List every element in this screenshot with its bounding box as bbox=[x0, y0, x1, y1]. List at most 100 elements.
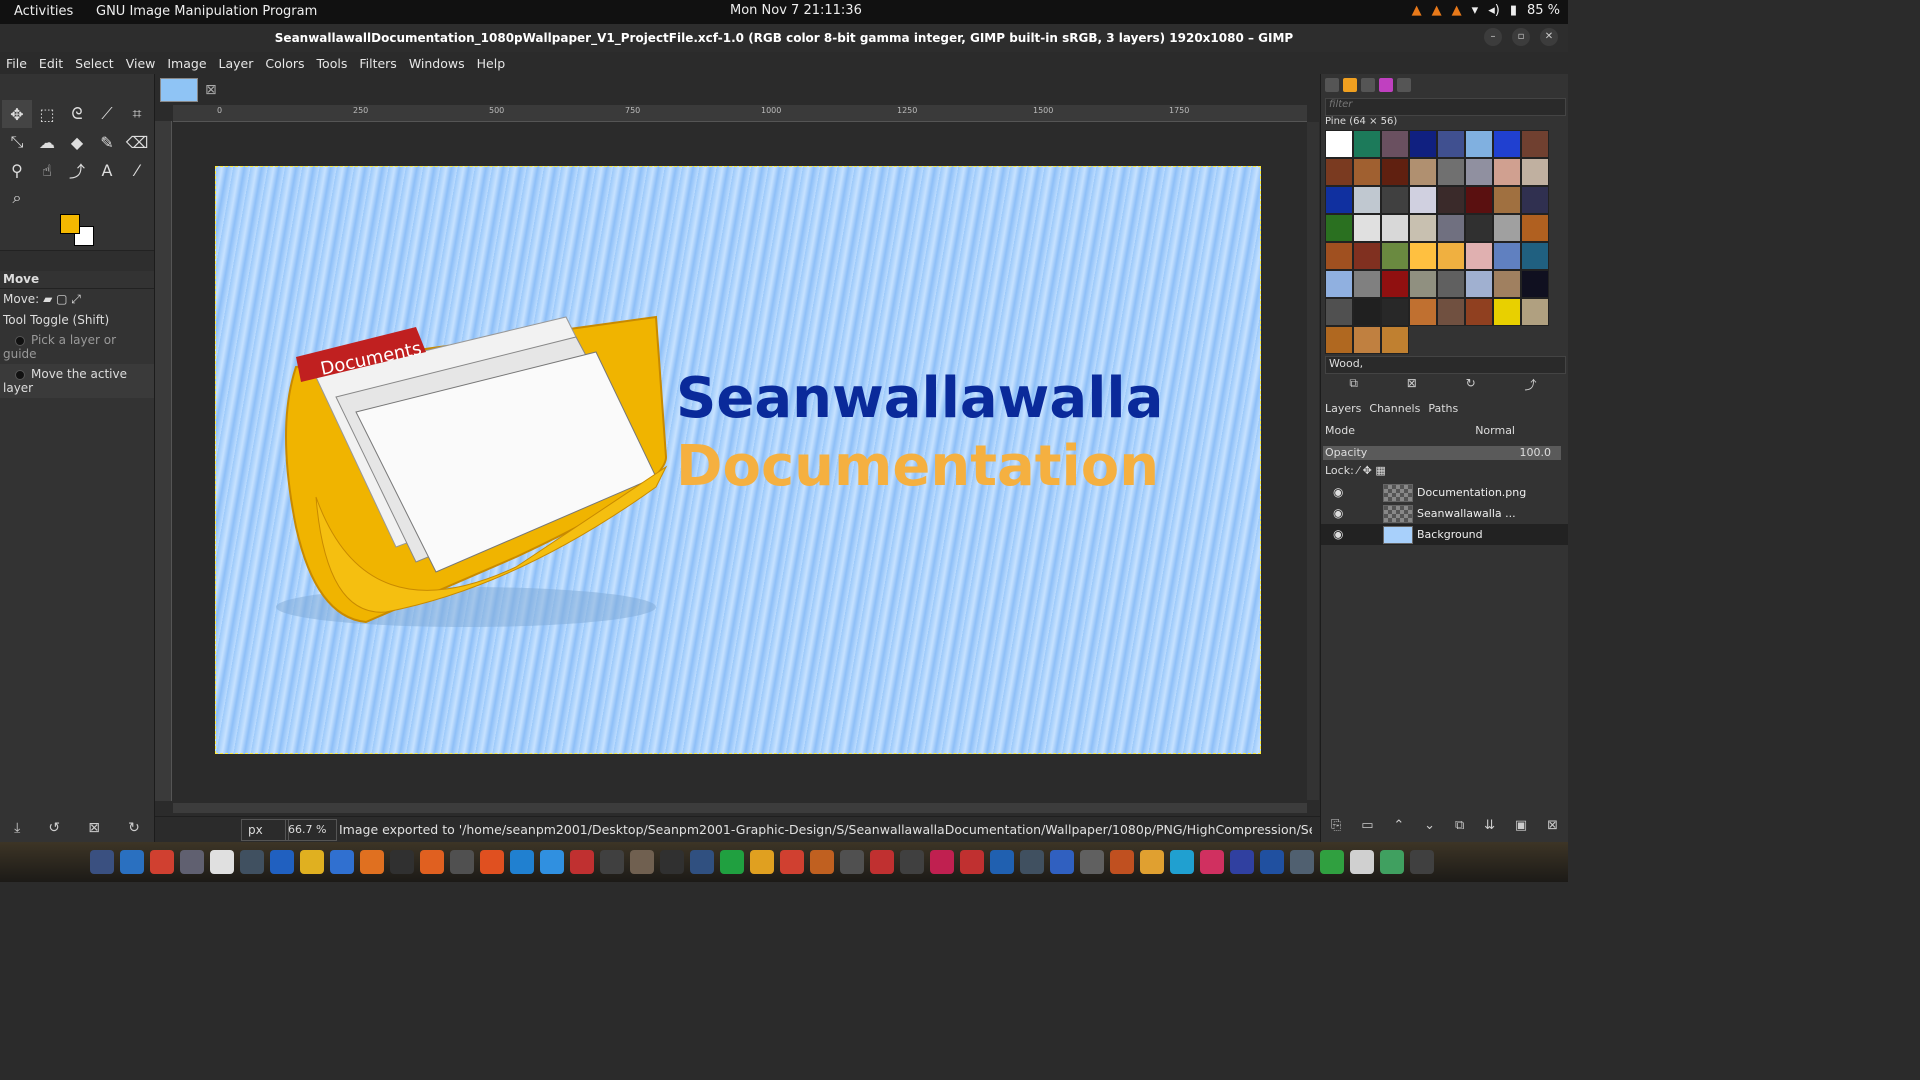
pattern-swatch[interactable] bbox=[1493, 270, 1521, 298]
gimp-icon[interactable] bbox=[630, 850, 654, 874]
lasso-icon[interactable]: ᘓ bbox=[62, 100, 92, 128]
crop-icon[interactable]: ⌗ bbox=[122, 100, 152, 128]
delete-layer-icon[interactable]: ⊠ bbox=[1547, 818, 1558, 833]
show-apps-icon[interactable] bbox=[1410, 850, 1434, 874]
pattern-swatch[interactable] bbox=[1353, 130, 1381, 158]
menu-help[interactable]: Help bbox=[471, 52, 512, 74]
pattern-swatch[interactable] bbox=[1325, 242, 1353, 270]
menu-filters[interactable]: Filters bbox=[353, 52, 402, 74]
menu-tools[interactable]: Tools bbox=[311, 52, 354, 74]
close-tab-icon[interactable]: ⊠ bbox=[205, 82, 217, 98]
app-icon[interactable] bbox=[1140, 850, 1164, 874]
app-icon[interactable] bbox=[870, 850, 894, 874]
app-icon[interactable] bbox=[900, 850, 924, 874]
app-icon[interactable] bbox=[990, 850, 1014, 874]
move-path-mode-icon[interactable]: ⤢ bbox=[71, 292, 81, 306]
pattern-swatch[interactable] bbox=[1381, 214, 1409, 242]
pattern-swatch[interactable] bbox=[1437, 158, 1465, 186]
app-icon[interactable] bbox=[270, 850, 294, 874]
color-selector[interactable] bbox=[60, 214, 100, 254]
menu-layer[interactable]: Layer bbox=[213, 52, 260, 74]
move-active-layer-radio[interactable] bbox=[15, 369, 25, 380]
transform-icon[interactable]: ⤡ bbox=[2, 128, 32, 156]
menu-view[interactable]: View bbox=[120, 52, 162, 74]
menu-image[interactable]: Image bbox=[161, 52, 212, 74]
eraser-icon[interactable]: ⌫ bbox=[122, 128, 152, 156]
visibility-eye-icon[interactable]: ◉ bbox=[1333, 527, 1343, 541]
mode-select[interactable]: Normal bbox=[1475, 424, 1515, 437]
fuzzy-select-icon[interactable]: ⟋ bbox=[92, 100, 122, 128]
app-icon[interactable] bbox=[300, 850, 324, 874]
pattern-swatch[interactable] bbox=[1409, 130, 1437, 158]
system-tray[interactable]: ▲ ▲ ▲ ▾ ◂) ▮ 85 % bbox=[1412, 3, 1560, 18]
app-icon[interactable] bbox=[690, 850, 714, 874]
visibility-eye-icon[interactable]: ◉ bbox=[1333, 485, 1343, 499]
pattern-filter-input[interactable]: filter bbox=[1325, 98, 1566, 116]
vlc-icon[interactable] bbox=[360, 850, 384, 874]
close-button[interactable]: ✕ bbox=[1540, 28, 1558, 46]
pattern-swatch[interactable] bbox=[1521, 130, 1549, 158]
pattern-swatch[interactable] bbox=[1437, 214, 1465, 242]
tab-paths[interactable]: Paths bbox=[1428, 402, 1458, 415]
horizontal-ruler[interactable]: 0 250 500 750 1000 1250 1500 1750 bbox=[173, 105, 1307, 122]
pattern-swatch[interactable] bbox=[1493, 214, 1521, 242]
pattern-swatch[interactable] bbox=[1465, 186, 1493, 214]
pattern-swatch[interactable] bbox=[1437, 186, 1465, 214]
app-icon[interactable] bbox=[1110, 850, 1134, 874]
pattern-swatch[interactable] bbox=[1465, 158, 1493, 186]
pattern-swatch[interactable] bbox=[1381, 298, 1409, 326]
pattern-swatch[interactable] bbox=[1353, 158, 1381, 186]
pattern-swatch[interactable] bbox=[1353, 242, 1381, 270]
app-icon[interactable] bbox=[450, 850, 474, 874]
app-icon[interactable] bbox=[960, 850, 984, 874]
new-layer-group-icon[interactable]: ▭ bbox=[1361, 818, 1373, 833]
unit-select[interactable]: px bbox=[241, 819, 289, 841]
layer-row[interactable]: ◉ Seanwallawalla ... bbox=[1321, 503, 1568, 524]
menu-edit[interactable]: Edit bbox=[33, 52, 69, 74]
pattern-swatch[interactable] bbox=[1493, 186, 1521, 214]
new-layer-icon[interactable]: ⎘ bbox=[1331, 818, 1341, 833]
horizontal-scrollbar[interactable] bbox=[173, 803, 1307, 813]
warning-icon[interactable]: ▲ bbox=[1432, 3, 1442, 18]
clone-icon[interactable]: ⚲ bbox=[2, 156, 32, 184]
fonts-tab-icon[interactable] bbox=[1361, 78, 1375, 92]
pattern-swatch[interactable] bbox=[1465, 242, 1493, 270]
opacity-value[interactable]: 100.0 bbox=[1520, 446, 1552, 459]
pattern-swatch[interactable] bbox=[1521, 186, 1549, 214]
edit-pattern-icon[interactable]: ⧉ bbox=[1349, 376, 1358, 393]
app-icon[interactable] bbox=[1380, 850, 1404, 874]
app-icon[interactable] bbox=[780, 850, 804, 874]
warning-icon[interactable]: ▲ bbox=[1452, 3, 1462, 18]
app-icon[interactable] bbox=[480, 850, 504, 874]
pattern-swatch[interactable] bbox=[1465, 270, 1493, 298]
app-icon[interactable] bbox=[210, 850, 234, 874]
pattern-swatch[interactable] bbox=[1437, 270, 1465, 298]
warp-icon[interactable]: ☁ bbox=[32, 128, 62, 156]
pattern-swatch[interactable] bbox=[1325, 158, 1353, 186]
firefox-icon[interactable] bbox=[420, 850, 444, 874]
color-picker-icon[interactable]: ⁄ bbox=[122, 156, 152, 184]
move-selection-mode-icon[interactable]: ▢ bbox=[56, 292, 67, 306]
app-icon[interactable] bbox=[720, 850, 744, 874]
pattern-swatch[interactable] bbox=[1437, 298, 1465, 326]
chrome-icon[interactable] bbox=[150, 850, 174, 874]
lower-layer-icon[interactable]: ⌄ bbox=[1424, 818, 1435, 833]
pattern-swatch[interactable] bbox=[1465, 130, 1493, 158]
app-icon[interactable] bbox=[1350, 850, 1374, 874]
refresh-patterns-icon[interactable]: ↻ bbox=[1466, 376, 1476, 393]
layer-name[interactable]: Documentation.png bbox=[1417, 486, 1526, 499]
gradients-tab-icon[interactable] bbox=[1379, 78, 1393, 92]
clock[interactable]: Mon Nov 7 21:11:36 bbox=[730, 3, 862, 18]
app-icon[interactable] bbox=[1260, 850, 1284, 874]
pattern-swatch[interactable] bbox=[1521, 214, 1549, 242]
app-icon[interactable] bbox=[810, 850, 834, 874]
pattern-swatch[interactable] bbox=[1493, 242, 1521, 270]
app-icon[interactable] bbox=[930, 850, 954, 874]
pattern-swatch[interactable] bbox=[1409, 158, 1437, 186]
help-icon[interactable] bbox=[540, 850, 564, 874]
lock-pixels-icon[interactable]: ⁄ bbox=[1357, 464, 1359, 477]
pattern-swatch[interactable] bbox=[1521, 158, 1549, 186]
paths-icon[interactable]: ⤴ bbox=[62, 156, 92, 184]
pattern-swatch[interactable] bbox=[1409, 242, 1437, 270]
tab-channels[interactable]: Channels bbox=[1369, 402, 1420, 415]
